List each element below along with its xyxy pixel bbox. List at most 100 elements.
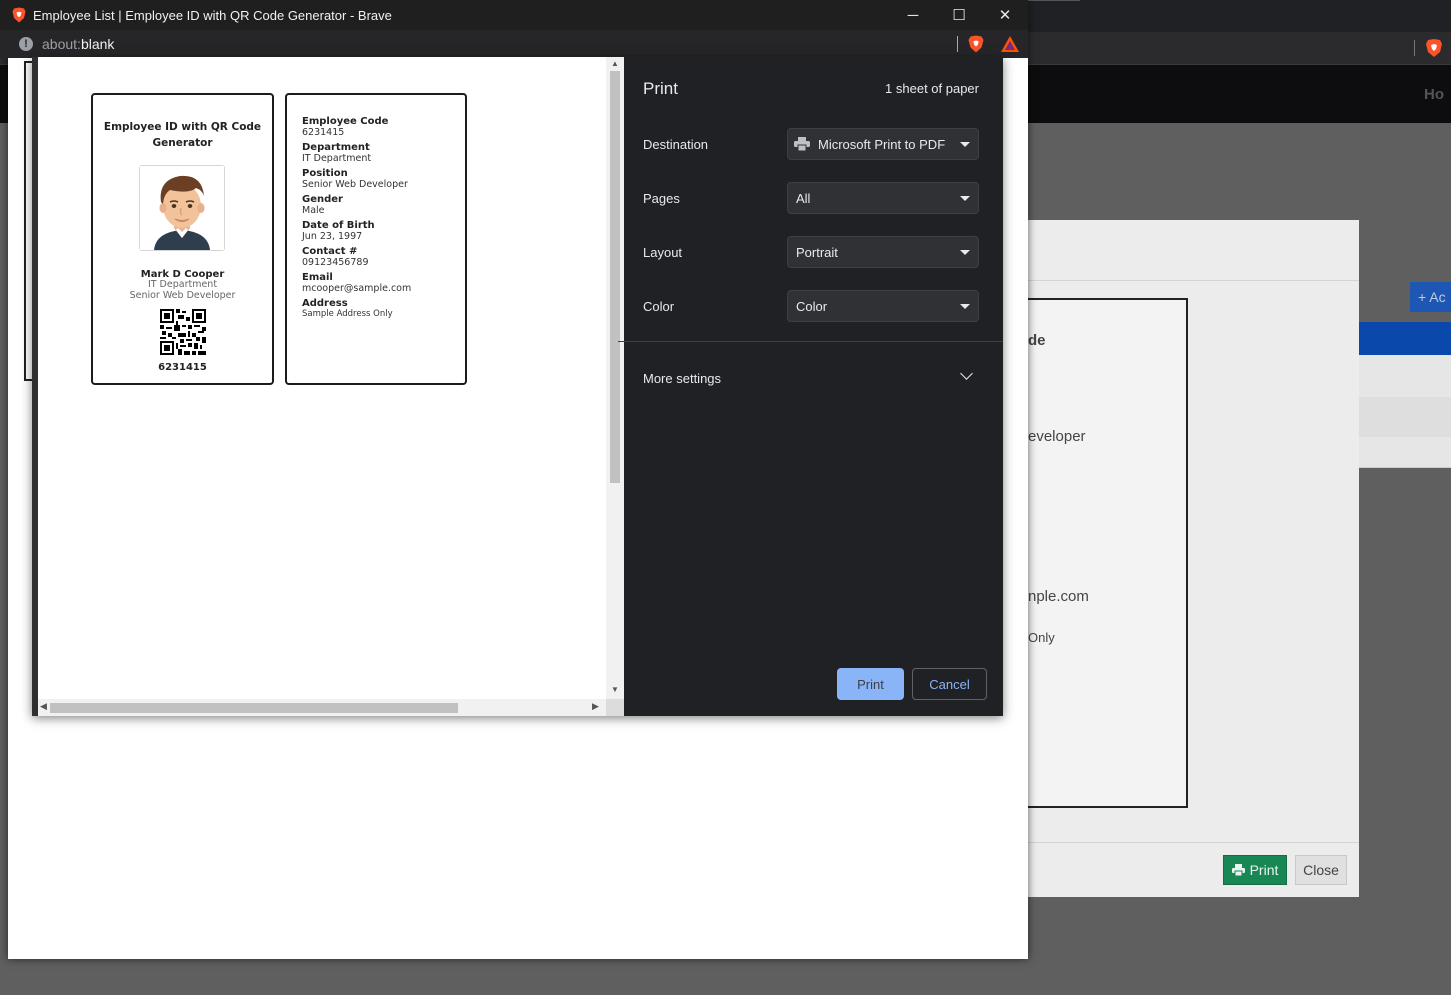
destination-value: Microsoft Print to PDF xyxy=(818,136,946,152)
field-label: Contact # xyxy=(302,246,358,257)
url-scheme: about: xyxy=(42,36,81,52)
brave-shield-icon[interactable] xyxy=(968,35,984,53)
background-nav-link[interactable]: Ho xyxy=(1424,86,1444,103)
preview-horizontal-scrollbar[interactable]: ◀ ▶ xyxy=(38,699,606,716)
print-dialog: Employee ID with QR Code Generator Mark … xyxy=(32,57,1003,716)
popup-titlebar: Employee List | Employee ID with QR Code… xyxy=(0,0,1028,30)
background-table-header xyxy=(1359,322,1451,355)
field-value: Male xyxy=(302,205,325,216)
background-card-text: nple.com xyxy=(1028,588,1089,605)
field-value: 6231415 xyxy=(302,127,345,138)
chevron-down-icon xyxy=(960,142,970,147)
field-label: Address xyxy=(302,298,348,309)
layout-label: Layout xyxy=(643,245,683,260)
field-value: IT Department xyxy=(302,153,372,164)
pages-value: All xyxy=(796,190,811,206)
field-value: Senior Web Developer xyxy=(302,179,408,190)
brave-logo-icon xyxy=(12,7,26,23)
minimize-icon: ─ xyxy=(907,6,919,24)
pages-label: Pages xyxy=(643,191,680,206)
popup-page-content xyxy=(8,58,34,384)
close-window-button[interactable]: ✕ xyxy=(982,0,1028,30)
company-name: Employee ID with QR Code Generator xyxy=(103,121,262,149)
background-print-button[interactable]: Print xyxy=(1223,855,1287,885)
chevron-down-icon xyxy=(960,304,970,309)
chevron-down-icon xyxy=(960,196,970,201)
field-value: mcooper@sample.com xyxy=(302,283,412,294)
employee-position: Senior Web Developer xyxy=(129,290,236,301)
field-label: Position xyxy=(302,168,348,179)
pages-row: Pages All xyxy=(643,182,979,214)
printer-icon xyxy=(794,137,810,151)
color-select[interactable]: Color xyxy=(787,290,979,322)
background-toolbar-separator xyxy=(1414,40,1415,56)
url-field[interactable]: about:blank xyxy=(42,36,114,52)
background-card-text: Only xyxy=(1028,630,1055,645)
toolbar-separator xyxy=(957,36,958,52)
print-button[interactable]: Print xyxy=(837,668,904,700)
destination-select[interactable]: Microsoft Print to PDF xyxy=(787,128,979,160)
layout-value: Portrait xyxy=(796,244,838,260)
field-label: Employee Code xyxy=(302,116,389,127)
maximize-icon: ☐ xyxy=(952,7,966,24)
background-table-row xyxy=(1359,355,1451,398)
background-card-text: eveloper xyxy=(1028,428,1086,445)
field-value: Sample Address Only xyxy=(302,309,393,319)
destination-label: Destination xyxy=(643,137,709,152)
chevron-down-icon xyxy=(960,250,970,255)
popup-address-bar: ! about:blank xyxy=(0,30,1028,58)
background-tab-divider xyxy=(1028,0,1080,1)
qr-code xyxy=(160,309,206,355)
scroll-left-icon[interactable]: ◀ xyxy=(40,701,47,712)
sheet-count: 1 sheet of paper xyxy=(885,81,979,96)
brave-shield-icon[interactable] xyxy=(1425,38,1443,58)
background-table-row xyxy=(1359,437,1451,468)
background-table-row xyxy=(1359,397,1451,438)
employee-department: IT Department xyxy=(147,279,218,290)
employee-photo xyxy=(139,165,225,251)
color-value: Color xyxy=(796,298,828,314)
chevron-down-icon xyxy=(960,367,973,380)
field-value: 09123456789 xyxy=(302,257,369,268)
more-settings-label: More settings xyxy=(643,371,722,386)
avatar-icon xyxy=(140,166,224,250)
layout-select[interactable]: Portrait xyxy=(787,236,979,268)
background-card-text: de xyxy=(1028,332,1046,349)
field-label: Date of Birth xyxy=(302,220,375,231)
layout-row: Layout Portrait xyxy=(643,236,979,268)
color-label: Color xyxy=(643,299,675,314)
field-value: Jun 23, 1997 xyxy=(302,231,363,242)
field-label: Gender xyxy=(302,194,343,205)
background-modal-footer-divider xyxy=(1028,842,1359,843)
background-modal-header-divider xyxy=(1028,280,1359,281)
background-id-card: de eveloper nple.com Only xyxy=(1028,298,1188,808)
background-print-label: Print xyxy=(1249,862,1279,878)
cancel-button[interactable]: Cancel xyxy=(912,668,987,700)
id-fields: Employee Code 6231415 Department IT Depa… xyxy=(302,117,462,325)
background-close-button[interactable]: Close xyxy=(1295,855,1347,885)
printer-icon xyxy=(1231,864,1245,876)
background-add-button[interactable]: + Ac xyxy=(1410,282,1451,312)
maximize-button[interactable]: ☐ xyxy=(936,0,982,30)
scroll-right-icon[interactable]: ▶ xyxy=(592,701,599,712)
scrollbar-thumb[interactable] xyxy=(50,703,458,713)
destination-row: Destination Microsoft Print to PDF xyxy=(643,128,979,160)
window-title: Employee List | Employee ID with QR Code… xyxy=(33,8,392,23)
minimize-button[interactable]: ─ xyxy=(890,0,936,30)
id-card-back: Employee Code 6231415 Department IT Depa… xyxy=(285,93,467,385)
print-settings-panel: Print 1 sheet of paper Destination Micro… xyxy=(618,57,1003,716)
site-info-icon[interactable]: ! xyxy=(19,37,33,51)
settings-divider xyxy=(618,341,1003,342)
color-row: Color Color xyxy=(643,290,979,322)
url-path: blank xyxy=(80,36,115,52)
id-card-front: Employee ID with QR Code Generator Mark … xyxy=(91,93,274,385)
field-label: Department xyxy=(302,142,370,153)
field-label: Email xyxy=(302,272,333,283)
brave-rewards-icon[interactable] xyxy=(1001,36,1019,52)
more-settings-toggle[interactable]: More settings xyxy=(643,362,979,394)
print-title: Print xyxy=(643,79,678,98)
pages-select[interactable]: All xyxy=(787,182,979,214)
close-icon: ✕ xyxy=(998,7,1012,24)
employee-code: 6231415 xyxy=(158,362,207,373)
print-preview[interactable]: Employee ID with QR Code Generator Mark … xyxy=(32,57,624,716)
